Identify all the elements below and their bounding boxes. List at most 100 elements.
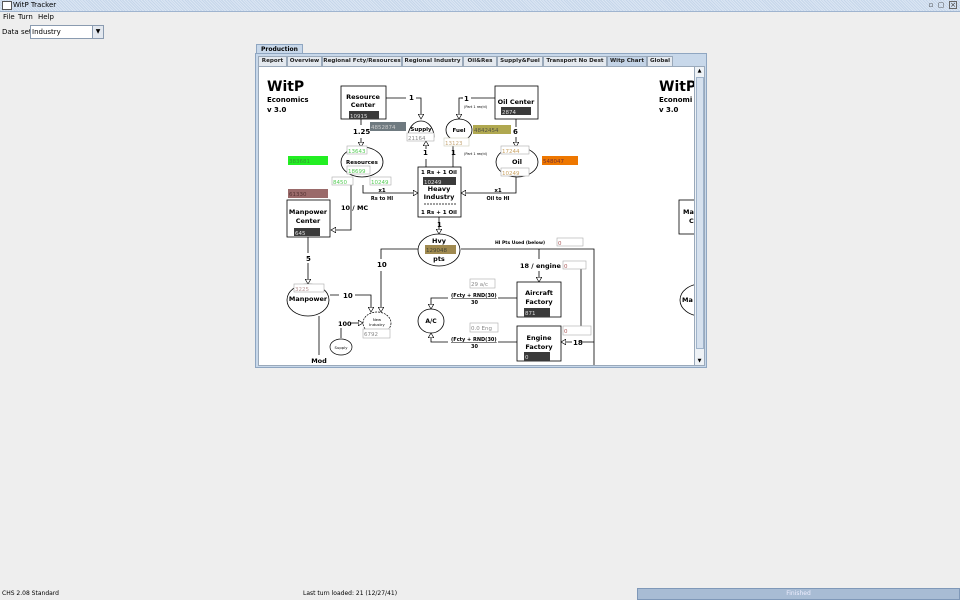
value: 17244 [502, 149, 520, 155]
value: 3225 [295, 287, 309, 293]
per-engine-label: 18 / engine [520, 262, 561, 270]
value: 8450 [333, 180, 347, 186]
oil-to-hi: Oil to HI [486, 196, 509, 202]
hvy-pts-node[interactable]: Hvy 129048 pts [417, 233, 461, 267]
ac-node[interactable]: A/C [417, 308, 445, 334]
label: Fuel [452, 128, 465, 134]
value: 645 [295, 231, 306, 237]
status-version: CHS 2.08 Standard [2, 590, 59, 597]
eng-formula-den: 30 [471, 344, 478, 350]
label: Resources [346, 160, 379, 166]
mc-label: 10 / MC [341, 204, 368, 212]
chart-title: WitP [267, 79, 304, 95]
manpower-stock: 61330 [289, 192, 307, 198]
hvy-to-ni: 10 [377, 261, 387, 269]
menu-help[interactable]: Help [38, 13, 54, 21]
label: Industry [369, 322, 385, 327]
economics-diagram: WitP Economics v 3.0 WitP Economi v 3.0 … [267, 79, 696, 365]
hi-pts-used-label: HI Pts Used (below) [495, 240, 545, 246]
small-supply-node[interactable]: Supply [329, 338, 353, 356]
chevron-down-icon[interactable]: ▼ [92, 26, 103, 38]
label: Ma [683, 208, 694, 216]
value: 13123 [445, 141, 463, 147]
resource-center-node[interactable]: Resource Center 10915 [340, 85, 387, 120]
label: Manpower [289, 208, 328, 216]
label: Center [351, 101, 376, 109]
aircraft-factory-node[interactable]: Aircraft Factory 871 [516, 281, 562, 318]
scroll-up-icon[interactable]: ▲ [695, 67, 704, 75]
app-icon [2, 1, 12, 10]
label: pts [433, 255, 445, 263]
chart-view: WitP Economics v 3.0 WitP Economi v 3.0 … [258, 66, 696, 366]
eng-count: 0.0 Eng [471, 326, 492, 332]
mod-label: Mod [311, 357, 327, 365]
menu-file[interactable]: File [3, 13, 15, 21]
hi-in-right: 1 [451, 149, 456, 157]
chart-subtitle-right: Economi [659, 96, 692, 104]
ef-in: 18 [573, 339, 583, 347]
oil-node[interactable]: Oil 17244 10249 [495, 145, 539, 178]
fuel-node[interactable]: Fuel 13123 [443, 118, 473, 147]
status-last-turn: Last turn loaded: 21 (12/27/41) [303, 590, 398, 597]
ac-formula: (Fcty + RND(30) [451, 293, 497, 299]
new-industry-node[interactable]: New Industry 6792 [362, 311, 392, 339]
label: Supply [335, 345, 349, 350]
chart-title-right: WitP [659, 79, 696, 95]
part-req: (Part 1 req'd) [464, 152, 488, 156]
ac-formula-den: 30 [471, 300, 478, 306]
label: Factory [525, 343, 553, 351]
oil-center-node[interactable]: Oil Center 2874 [494, 85, 539, 120]
label: Industry [424, 193, 456, 201]
menu-turn[interactable]: Turn [18, 13, 33, 21]
ef-value: 0 [564, 329, 568, 335]
mp-to-ni: 10 [343, 292, 353, 300]
ac-count: 29 a/c [471, 282, 488, 288]
menu-bar: File Turn Help [0, 12, 960, 22]
hi-in-left: 1 [423, 149, 428, 157]
engine-factory-node[interactable]: Engine Factory 0 [516, 325, 562, 362]
value: 871 [525, 311, 536, 317]
chart-version: v 3.0 [267, 106, 287, 114]
oc-to-oil: 6 [513, 128, 518, 136]
supply-node[interactable]: Supply 21164 [406, 120, 435, 142]
value: 10249 [502, 171, 520, 177]
value: 21164 [408, 136, 426, 142]
chart-subtitle: Economics [267, 96, 309, 104]
label: Oil [512, 158, 522, 166]
label: Supply [410, 127, 432, 133]
oil-to-hi: x1 [494, 188, 502, 194]
res-green: 383681 [289, 159, 310, 165]
dataset-select[interactable]: Industry ▼ [30, 25, 104, 39]
value: 10249 [371, 180, 389, 186]
scroll-down-icon[interactable]: ▼ [695, 357, 704, 365]
label: Heavy [428, 185, 451, 193]
value: 129048 [426, 248, 447, 254]
eng-formula: (Fcty + RND(30) [451, 337, 497, 343]
window-title: WitP Tracker [13, 1, 57, 9]
heavy-industry-node[interactable]: 1 Rs + 1 Oil 10249 Heavy Industry 1 Rs +… [417, 166, 462, 218]
scroll-thumb[interactable] [696, 77, 704, 349]
close-icon[interactable]: × [949, 1, 957, 9]
part-req: (Part 1 req'd) [464, 105, 488, 109]
vertical-scrollbar[interactable]: ▲ ▼ [694, 66, 705, 366]
label: 1 Rs + 1 Oil [421, 210, 457, 216]
value: 0 [525, 355, 529, 361]
maximize-icon[interactable]: ▢ [937, 1, 945, 9]
minimize-icon[interactable]: ▫ [927, 1, 935, 9]
resources-node[interactable]: Resources 13643 18699 8450 10249 [331, 145, 392, 186]
label: Oil Center [498, 98, 536, 106]
oc-to-fuel: 1 [464, 95, 469, 103]
fuel-stock: 4842454 [474, 128, 499, 134]
oil-orange: 548047 [543, 159, 564, 165]
label: A/C [425, 318, 437, 325]
res-stock: 4852874 [371, 125, 396, 131]
dataset-value: Industry [32, 28, 61, 36]
label: Aircraft [525, 289, 553, 297]
manpower-center-node[interactable]: Manpower Center 645 [286, 199, 331, 238]
manpower-node[interactable]: 3225 Manpower [286, 283, 330, 317]
label: Manpower [289, 295, 328, 303]
label: Ma [682, 296, 693, 304]
rs-to-hi: Rs to HI [371, 196, 393, 202]
progress-bar: Finished [637, 588, 960, 600]
label: Factory [525, 298, 553, 306]
